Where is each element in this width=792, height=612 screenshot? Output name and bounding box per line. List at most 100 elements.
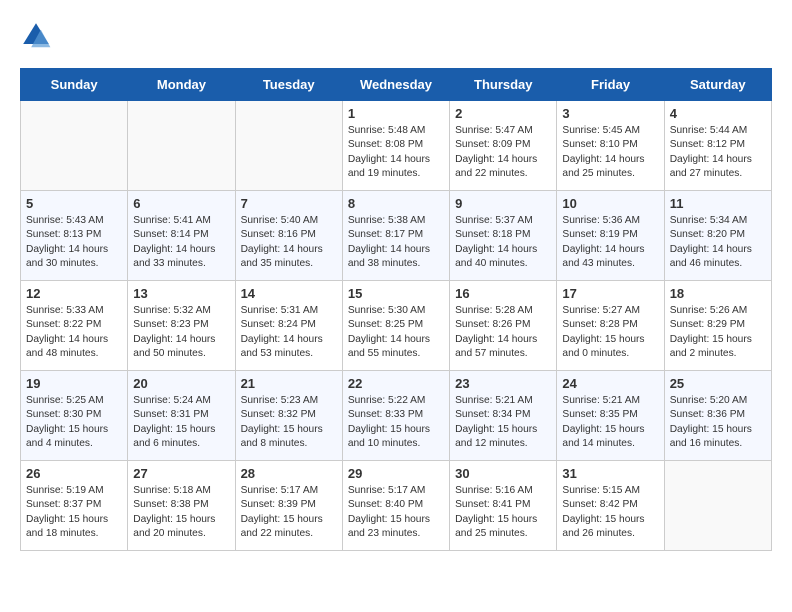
calendar-cell: 22 Sunrise: 5:22 AM Sunset: 8:33 PM Dayli… [342, 371, 449, 461]
calendar-cell: 21 Sunrise: 5:23 AM Sunset: 8:32 PM Dayli… [235, 371, 342, 461]
calendar-cell: 6 Sunrise: 5:41 AM Sunset: 8:14 PM Daylig… [128, 191, 235, 281]
day-info: Sunrise: 5:18 AM Sunset: 8:38 PM Dayligh… [133, 484, 229, 541]
day-number: 29 [348, 466, 444, 481]
day-info: Sunrise: 5:44 AM Sunset: 8:12 PM Dayligh… [670, 124, 766, 181]
calendar-cell: 2 Sunrise: 5:47 AM Sunset: 8:09 PM Daylig… [450, 101, 557, 191]
day-info: Sunrise: 5:30 AM Sunset: 8:25 PM Dayligh… [348, 304, 444, 361]
day-info: Sunrise: 5:24 AM Sunset: 8:31 PM Dayligh… [133, 394, 229, 451]
day-info: Sunrise: 5:40 AM Sunset: 8:16 PM Dayligh… [241, 214, 337, 271]
day-number: 16 [455, 286, 551, 301]
day-number: 3 [562, 106, 658, 121]
calendar-cell: 18 Sunrise: 5:26 AM Sunset: 8:29 PM Dayli… [664, 281, 771, 371]
calendar-week-row: 19Sunrise: 5:25 AM Sunset: 8:30 PM Dayli… [21, 371, 772, 461]
calendar-cell: 30 Sunrise: 5:16 AM Sunset: 8:41 PM Dayli… [450, 461, 557, 551]
calendar-cell: 23 Sunrise: 5:21 AM Sunset: 8:34 PM Dayli… [450, 371, 557, 461]
calendar-cell: 28Sunrise: 5:17 AM Sunset: 8:39 PM Dayli… [235, 461, 342, 551]
day-info: Sunrise: 5:28 AM Sunset: 8:26 PM Dayligh… [455, 304, 551, 361]
calendar-cell [128, 101, 235, 191]
day-number: 11 [670, 196, 766, 211]
day-info: Sunrise: 5:25 AM Sunset: 8:30 PM Dayligh… [26, 394, 122, 451]
calendar-cell: 27 Sunrise: 5:18 AM Sunset: 8:38 PM Dayli… [128, 461, 235, 551]
calendar-cell: 31 Sunrise: 5:15 AM Sunset: 8:42 PM Dayli… [557, 461, 664, 551]
day-number: 4 [670, 106, 766, 121]
calendar-week-row: 12Sunrise: 5:33 AM Sunset: 8:22 PM Dayli… [21, 281, 772, 371]
weekday-header-sunday: Sunday [21, 69, 128, 101]
day-number: 25 [670, 376, 766, 391]
calendar-week-row: 5 Sunrise: 5:43 AM Sunset: 8:13 PM Daylig… [21, 191, 772, 281]
logo-icon [20, 20, 52, 52]
weekday-header-saturday: Saturday [664, 69, 771, 101]
day-info: Sunrise: 5:21 AM Sunset: 8:35 PM Dayligh… [562, 394, 658, 451]
day-number: 30 [455, 466, 551, 481]
day-number: 18 [670, 286, 766, 301]
calendar-cell: 29 Sunrise: 5:17 AM Sunset: 8:40 PM Dayli… [342, 461, 449, 551]
day-info: Sunrise: 5:26 AM Sunset: 8:29 PM Dayligh… [670, 304, 766, 361]
calendar-cell: 20Sunrise: 5:24 AM Sunset: 8:31 PM Dayli… [128, 371, 235, 461]
day-info: Sunrise: 5:47 AM Sunset: 8:09 PM Dayligh… [455, 124, 551, 181]
calendar-cell [664, 461, 771, 551]
weekday-header-thursday: Thursday [450, 69, 557, 101]
day-info: Sunrise: 5:23 AM Sunset: 8:32 PM Dayligh… [241, 394, 337, 451]
day-number: 23 [455, 376, 551, 391]
day-info: Sunrise: 5:22 AM Sunset: 8:33 PM Dayligh… [348, 394, 444, 451]
day-info: Sunrise: 5:43 AM Sunset: 8:13 PM Dayligh… [26, 214, 122, 271]
weekday-header-monday: Monday [128, 69, 235, 101]
day-number: 14 [241, 286, 337, 301]
calendar-cell: 19Sunrise: 5:25 AM Sunset: 8:30 PM Dayli… [21, 371, 128, 461]
day-number: 27 [133, 466, 229, 481]
day-info: Sunrise: 5:17 AM Sunset: 8:40 PM Dayligh… [348, 484, 444, 541]
calendar-cell: 11 Sunrise: 5:34 AM Sunset: 8:20 PM Dayli… [664, 191, 771, 281]
calendar-cell: 12Sunrise: 5:33 AM Sunset: 8:22 PM Dayli… [21, 281, 128, 371]
day-number: 24 [562, 376, 658, 391]
day-info: Sunrise: 5:16 AM Sunset: 8:41 PM Dayligh… [455, 484, 551, 541]
calendar-cell: 14 Sunrise: 5:31 AM Sunset: 8:24 PM Dayli… [235, 281, 342, 371]
calendar-cell: 10 Sunrise: 5:36 AM Sunset: 8:19 PM Dayli… [557, 191, 664, 281]
day-number: 13 [133, 286, 229, 301]
day-number: 9 [455, 196, 551, 211]
logo [20, 20, 56, 52]
day-number: 6 [133, 196, 229, 211]
day-number: 17 [562, 286, 658, 301]
calendar-cell: 26Sunrise: 5:19 AM Sunset: 8:37 PM Dayli… [21, 461, 128, 551]
calendar-cell: 3 Sunrise: 5:45 AM Sunset: 8:10 PM Daylig… [557, 101, 664, 191]
calendar-week-row: 26Sunrise: 5:19 AM Sunset: 8:37 PM Dayli… [21, 461, 772, 551]
calendar-cell: 8Sunrise: 5:38 AM Sunset: 8:17 PM Daylig… [342, 191, 449, 281]
day-info: Sunrise: 5:21 AM Sunset: 8:34 PM Dayligh… [455, 394, 551, 451]
calendar-cell: 15Sunrise: 5:30 AM Sunset: 8:25 PM Dayli… [342, 281, 449, 371]
calendar-cell: 1Sunrise: 5:48 AM Sunset: 8:08 PM Daylig… [342, 101, 449, 191]
calendar-cell: 9 Sunrise: 5:37 AM Sunset: 8:18 PM Daylig… [450, 191, 557, 281]
calendar-cell: 24 Sunrise: 5:21 AM Sunset: 8:35 PM Dayli… [557, 371, 664, 461]
day-info: Sunrise: 5:48 AM Sunset: 8:08 PM Dayligh… [348, 124, 444, 181]
weekday-header-row: SundayMondayTuesdayWednesdayThursdayFrid… [21, 69, 772, 101]
day-number: 22 [348, 376, 444, 391]
weekday-header-friday: Friday [557, 69, 664, 101]
calendar-cell [235, 101, 342, 191]
calendar-table: SundayMondayTuesdayWednesdayThursdayFrid… [20, 68, 772, 551]
day-info: Sunrise: 5:45 AM Sunset: 8:10 PM Dayligh… [562, 124, 658, 181]
day-info: Sunrise: 5:41 AM Sunset: 8:14 PM Dayligh… [133, 214, 229, 271]
calendar-cell: 17 Sunrise: 5:27 AM Sunset: 8:28 PM Dayli… [557, 281, 664, 371]
day-number: 2 [455, 106, 551, 121]
day-info: Sunrise: 5:27 AM Sunset: 8:28 PM Dayligh… [562, 304, 658, 361]
day-number: 5 [26, 196, 122, 211]
day-number: 12 [26, 286, 122, 301]
weekday-header-tuesday: Tuesday [235, 69, 342, 101]
day-number: 31 [562, 466, 658, 481]
day-info: Sunrise: 5:37 AM Sunset: 8:18 PM Dayligh… [455, 214, 551, 271]
calendar-cell [21, 101, 128, 191]
day-number: 10 [562, 196, 658, 211]
day-info: Sunrise: 5:34 AM Sunset: 8:20 PM Dayligh… [670, 214, 766, 271]
day-info: Sunrise: 5:19 AM Sunset: 8:37 PM Dayligh… [26, 484, 122, 541]
calendar-cell: 7Sunrise: 5:40 AM Sunset: 8:16 PM Daylig… [235, 191, 342, 281]
calendar-week-row: 1Sunrise: 5:48 AM Sunset: 8:08 PM Daylig… [21, 101, 772, 191]
day-info: Sunrise: 5:17 AM Sunset: 8:39 PM Dayligh… [241, 484, 337, 541]
day-info: Sunrise: 5:38 AM Sunset: 8:17 PM Dayligh… [348, 214, 444, 271]
day-info: Sunrise: 5:31 AM Sunset: 8:24 PM Dayligh… [241, 304, 337, 361]
day-info: Sunrise: 5:15 AM Sunset: 8:42 PM Dayligh… [562, 484, 658, 541]
calendar-cell: 13Sunrise: 5:32 AM Sunset: 8:23 PM Dayli… [128, 281, 235, 371]
calendar-cell: 5 Sunrise: 5:43 AM Sunset: 8:13 PM Daylig… [21, 191, 128, 281]
weekday-header-wednesday: Wednesday [342, 69, 449, 101]
day-info: Sunrise: 5:36 AM Sunset: 8:19 PM Dayligh… [562, 214, 658, 271]
calendar-cell: 16 Sunrise: 5:28 AM Sunset: 8:26 PM Dayli… [450, 281, 557, 371]
day-number: 21 [241, 376, 337, 391]
